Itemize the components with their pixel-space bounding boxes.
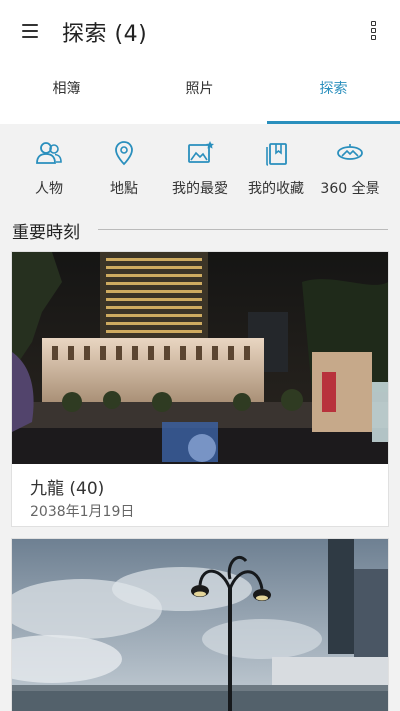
moment-info: 九龍 (40) 2038年1月19日 <box>12 464 388 531</box>
section-divider <box>98 229 388 230</box>
tab-bar: 相簿 照片 探索 <box>0 64 400 124</box>
tab-photos[interactable]: 照片 <box>133 64 266 124</box>
people-icon <box>36 142 62 164</box>
moment-date: 2038年1月19日 <box>30 504 135 520</box>
moment-title: 九龍 (40) <box>30 479 105 499</box>
category-label-panorama: 360 全景 <box>320 181 380 197</box>
panorama-360-icon <box>337 144 363 160</box>
hamburger-menu-icon[interactable] <box>22 22 40 40</box>
app-bar: 探索 (4) <box>0 0 400 64</box>
category-people[interactable]: 人物 <box>9 140 89 198</box>
section-title-moments: 重要時刻 <box>12 223 80 243</box>
category-label-favorites: 我的最愛 <box>172 181 228 197</box>
moment-photo-night-building <box>12 252 388 464</box>
moment-card[interactable]: 九龍 (40) 2038年1月19日 <box>11 251 389 527</box>
category-favorites[interactable]: 我的最愛 <box>160 140 240 198</box>
category-label-places: 地點 <box>110 181 138 197</box>
tab-explore[interactable]: 探索 <box>267 64 400 124</box>
tab-albums[interactable]: 相簿 <box>0 64 133 124</box>
category-label-collections: 我的收藏 <box>248 181 304 197</box>
location-pin-icon <box>115 141 133 166</box>
collection-icon <box>266 143 287 166</box>
page-title: 探索 (4) <box>62 22 148 47</box>
category-panorama[interactable]: 360 全景 <box>310 140 390 198</box>
favorite-photo-icon <box>188 141 214 163</box>
moment-photo-harbour-lamp <box>12 539 388 711</box>
category-collections[interactable]: 我的收藏 <box>236 140 316 198</box>
category-label-people: 人物 <box>35 181 63 197</box>
category-places[interactable]: 地點 <box>84 140 164 198</box>
category-row: 人物 地點 我的最愛 我的收藏 360 全景 <box>0 124 400 216</box>
moment-card[interactable] <box>11 538 389 711</box>
more-options-icon[interactable] <box>368 20 380 44</box>
